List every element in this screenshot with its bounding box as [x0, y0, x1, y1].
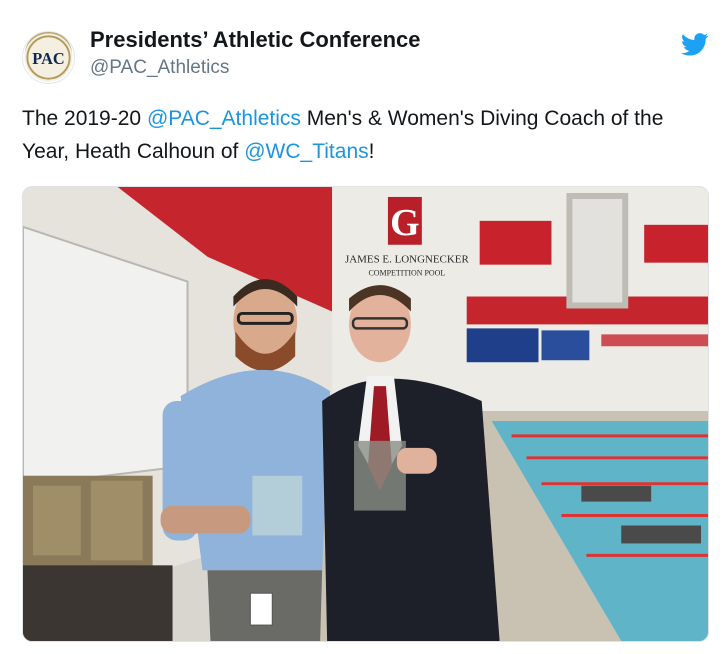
mention-wc-titans-link[interactable]: @WC_Titans — [244, 140, 368, 163]
wall-banner-line1: JAMES E. LONGNECKER — [345, 254, 469, 266]
avatar-text: PAC — [32, 49, 64, 68]
mention-pac-athletics-link[interactable]: @PAC_Athletics — [147, 107, 301, 130]
user-handle[interactable]: @PAC_Athletics — [90, 57, 229, 79]
tweet-text-part: The 2019-20 — [22, 107, 147, 130]
pac-logo-icon[interactable]: PAC — [22, 31, 75, 84]
wall-banner-line2: COMPETITION POOL — [368, 269, 445, 278]
tweet-text: The 2019-20 @PAC_Athletics Men's & Women… — [22, 102, 702, 168]
tweet-card: PAC Presidents’ Athletic Conference @PAC… — [0, 0, 725, 654]
tweet-photo[interactable]: G JAMES E. LONGNECKER COMPETITION POOL — [22, 186, 709, 642]
display-name[interactable]: Presidents’ Athletic Conference — [90, 27, 421, 53]
tweet-text-part: ! — [368, 140, 375, 163]
wall-letter: G — [390, 202, 419, 244]
twitter-bird-icon[interactable] — [681, 33, 709, 56]
